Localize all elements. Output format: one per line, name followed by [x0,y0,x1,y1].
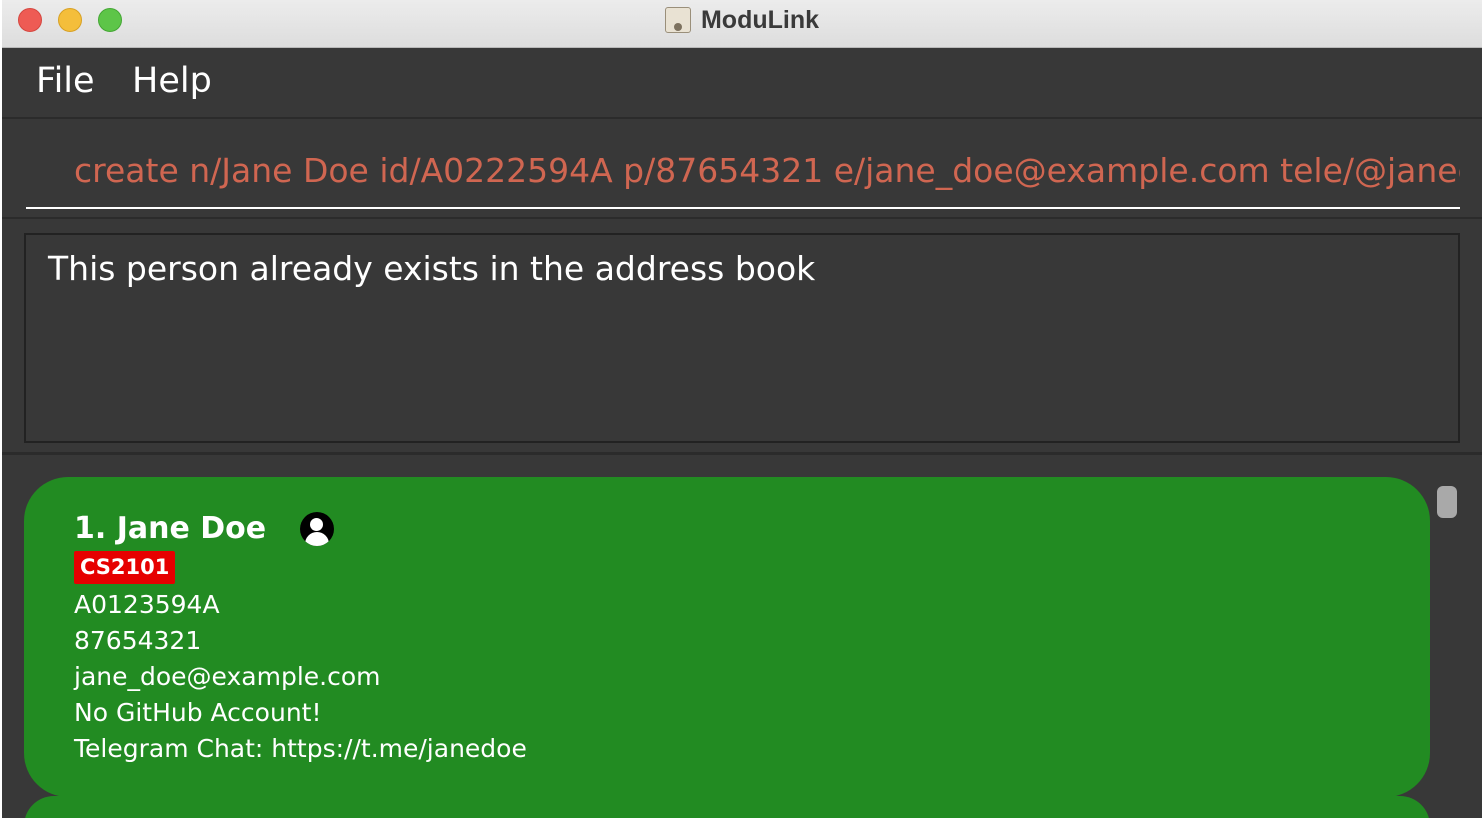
person-name: 1. Jane Doe [74,511,267,546]
module-tag: CS2101 [74,551,176,584]
command-box: create n/Jane Doe id/A0222594A p/8765432… [2,121,1482,219]
person-avatar-icon [300,512,334,546]
window-title: ModuLink [700,5,820,34]
title-group: ModuLink [2,0,1482,40]
result-display[interactable]: This person already exists in the addres… [24,233,1460,443]
result-display-panel: This person already exists in the addres… [2,221,1482,455]
email-address: jane_doe@example.com [74,662,381,691]
menu-help[interactable]: Help [132,61,212,101]
app-icon [664,7,691,33]
github-status: No GitHub Account! [74,698,322,727]
app-window: ModuLink File Help create n/Jane Doe id/… [2,0,1482,818]
menu-file[interactable]: File [36,61,95,101]
menu-bar: File Help [2,48,1482,119]
phone-number: 87654321 [74,626,202,655]
student-id: A0123594A [74,590,220,619]
telegram-link[interactable]: Telegram Chat: https://t.me/janedoe [74,734,527,763]
list-scrollbar[interactable] [1437,486,1457,518]
person-card-partial[interactable] [24,796,1430,818]
person-card[interactable]: 1. Jane Doe CS2101 A0123594A 87654321 ja… [24,477,1430,797]
title-bar: ModuLink [2,0,1482,48]
person-list[interactable]: 1. Jane Doe CS2101 A0123594A 87654321 ja… [2,458,1482,818]
command-input[interactable]: create n/Jane Doe id/A0222594A p/8765432… [26,143,1460,209]
